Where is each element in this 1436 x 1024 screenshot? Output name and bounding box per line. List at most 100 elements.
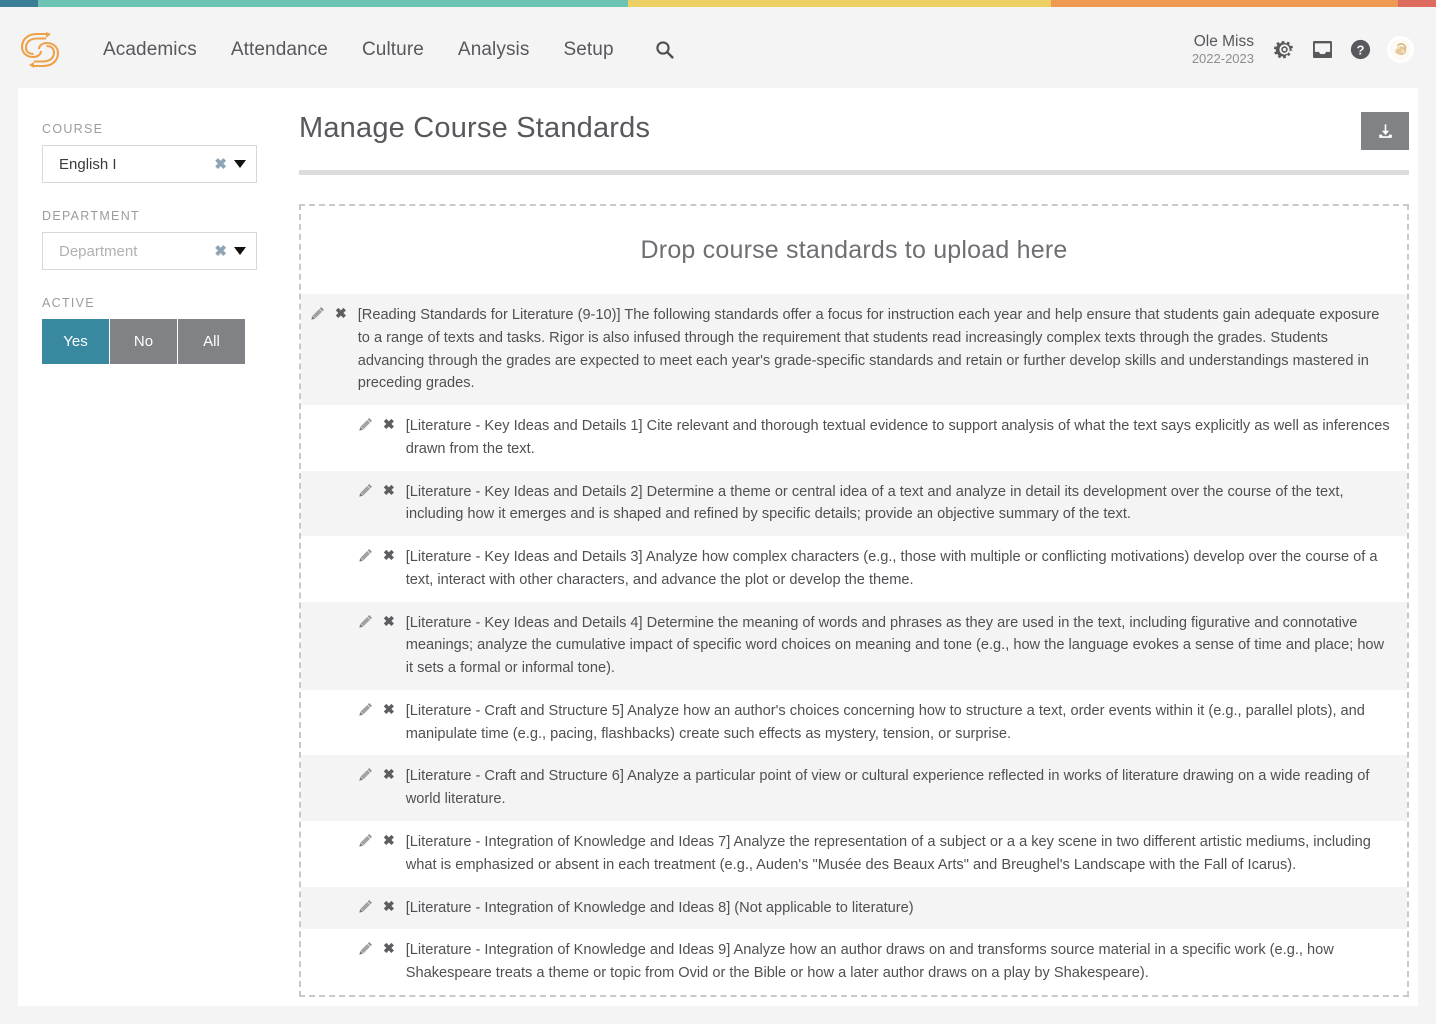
pencil-icon[interactable] [359, 899, 373, 913]
pencil-icon [359, 702, 373, 716]
download-button[interactable] [1361, 112, 1409, 150]
x-icon[interactable]: ✖ [383, 767, 395, 781]
search-button[interactable] [631, 34, 690, 65]
active-filter-yes[interactable]: Yes [42, 319, 109, 364]
standard-text: [Literature - Integration of Knowledge a… [406, 831, 1395, 877]
standard-text: [Literature - Key Ideas and Details 2] D… [406, 481, 1395, 527]
school-name: Ole Miss [1192, 32, 1254, 51]
segment-red [1398, 0, 1436, 7]
x-icon[interactable]: ✖ [383, 833, 395, 847]
active-filter-label: ACTIVE [42, 296, 283, 310]
standard-row: ✖ [Literature - Key Ideas and Details 4] … [301, 602, 1407, 690]
x-icon[interactable]: ✖ [383, 548, 395, 562]
pencil-icon [359, 548, 373, 562]
standard-row: ✖ [Literature - Key Ideas and Details 3] … [301, 536, 1407, 602]
segment-orange [1051, 0, 1397, 7]
pencil-icon[interactable] [359, 614, 373, 628]
pencil-icon [359, 833, 373, 847]
standard-row-actions: ✖ [359, 481, 395, 497]
x-icon[interactable]: ✖ [383, 483, 395, 497]
pencil-icon[interactable] [359, 767, 373, 781]
x-icon[interactable]: ✖ [383, 614, 395, 628]
standard-text: [Literature - Key Ideas and Details 4] D… [406, 612, 1395, 680]
pencil-icon [359, 614, 373, 628]
standard-text: [Reading Standards for Literature (9-10)… [358, 304, 1395, 395]
inbox-button[interactable] [1311, 40, 1334, 59]
standard-row: ✖ [Literature - Integration of Knowledge … [301, 929, 1407, 995]
nav-item-culture[interactable]: Culture [345, 33, 441, 67]
pencil-icon[interactable] [359, 417, 373, 431]
standard-text: [Literature - Craft and Structure 6] Ana… [406, 765, 1395, 811]
segment-yellow [628, 0, 1051, 7]
pencil-icon[interactable] [359, 702, 373, 716]
pencil-icon[interactable] [359, 941, 373, 955]
pencil-icon [359, 483, 373, 497]
standard-row: ✖[Literature - Craft and Structure 5] An… [301, 690, 1407, 756]
standard-row-actions: ✖ [359, 415, 395, 431]
standard-row-actions: ✖ [359, 939, 395, 955]
top-color-strip [0, 0, 1436, 7]
pencil-icon[interactable] [359, 833, 373, 847]
standard-row-actions: ✖ [359, 765, 395, 781]
pencil-icon [311, 306, 325, 320]
x-icon[interactable]: ✖ [383, 702, 395, 716]
pencil-icon[interactable] [359, 483, 373, 497]
nav-item-analysis[interactable]: Analysis [441, 33, 547, 67]
course-select-value: English I [59, 156, 214, 173]
course-select[interactable]: English I ✖ [42, 145, 257, 183]
department-select[interactable]: Department ✖ [42, 232, 257, 270]
x-icon[interactable]: ✖ [383, 941, 395, 955]
x-icon[interactable]: ✖ [383, 417, 395, 431]
avatar-icon [1389, 38, 1412, 61]
standard-row-actions: ✖ [359, 612, 395, 628]
chevron-down-icon[interactable] [234, 247, 246, 255]
download-icon [1376, 122, 1395, 141]
course-clear-icon[interactable]: ✖ [214, 157, 227, 172]
pencil-icon [359, 417, 373, 431]
pencil-icon [359, 767, 373, 781]
x-icon[interactable]: ✖ [383, 899, 395, 913]
school-year: 2022-2023 [1192, 51, 1254, 67]
department-select-value: Department [59, 243, 214, 260]
app-logo[interactable] [14, 24, 66, 76]
gear-icon [1274, 39, 1295, 60]
chevron-down-icon[interactable] [234, 160, 246, 168]
department-clear-icon[interactable]: ✖ [214, 244, 227, 259]
pencil-icon [359, 941, 373, 955]
standard-row-actions: ✖ [359, 546, 395, 562]
standards-dropzone[interactable]: Drop course standards to upload here ✖[R… [299, 204, 1409, 997]
x-icon[interactable]: ✖ [335, 306, 347, 320]
search-icon [655, 40, 674, 59]
help-button[interactable]: ? [1350, 39, 1371, 60]
header-actions: Ole Miss 2022-2023 ? [1192, 32, 1414, 68]
active-filter-all[interactable]: All [178, 319, 245, 364]
logo-icon [17, 27, 63, 73]
standard-text: [Literature - Integration of Knowledge a… [406, 939, 1395, 985]
segment-teal [38, 0, 628, 7]
pencil-icon[interactable] [359, 548, 373, 562]
page-title: Manage Course Standards [299, 112, 650, 145]
app-header: Academics Attendance Culture Analysis Se… [0, 7, 1436, 92]
standard-row-actions: ✖ [359, 700, 395, 716]
pencil-icon[interactable] [311, 306, 325, 320]
pencil-icon [359, 899, 373, 913]
svg-text:?: ? [1356, 42, 1364, 57]
standard-row: ✖ [Reading Standards for Literature (9-10… [301, 294, 1407, 405]
standard-row: ✖ [Literature - Craft and Structure 6] An… [301, 755, 1407, 821]
help-icon: ? [1350, 39, 1371, 60]
standard-row: ✖ [Literature - Key Ideas and Details 1] … [301, 405, 1407, 471]
nav-item-academics[interactable]: Academics [86, 33, 214, 67]
nav-item-setup[interactable]: Setup [546, 33, 630, 67]
avatar[interactable] [1387, 36, 1414, 63]
content-area: Manage Course Standards Drop course stan… [283, 88, 1436, 1006]
active-filter-no[interactable]: No [110, 319, 177, 364]
department-filter-label: DEPARTMENT [42, 209, 283, 223]
main-navigation: Academics Attendance Culture Analysis Se… [86, 33, 690, 67]
settings-button[interactable] [1274, 39, 1295, 60]
page-header-row: Manage Course Standards [299, 112, 1409, 150]
standard-row-actions: ✖ [311, 304, 347, 320]
nav-item-attendance[interactable]: Attendance [214, 33, 345, 67]
course-filter-label: COURSE [42, 122, 283, 136]
standard-text: [Literature - Key Ideas and Details 1] C… [406, 415, 1395, 461]
standard-text: [Literature - Key Ideas and Details 3] A… [406, 546, 1395, 592]
